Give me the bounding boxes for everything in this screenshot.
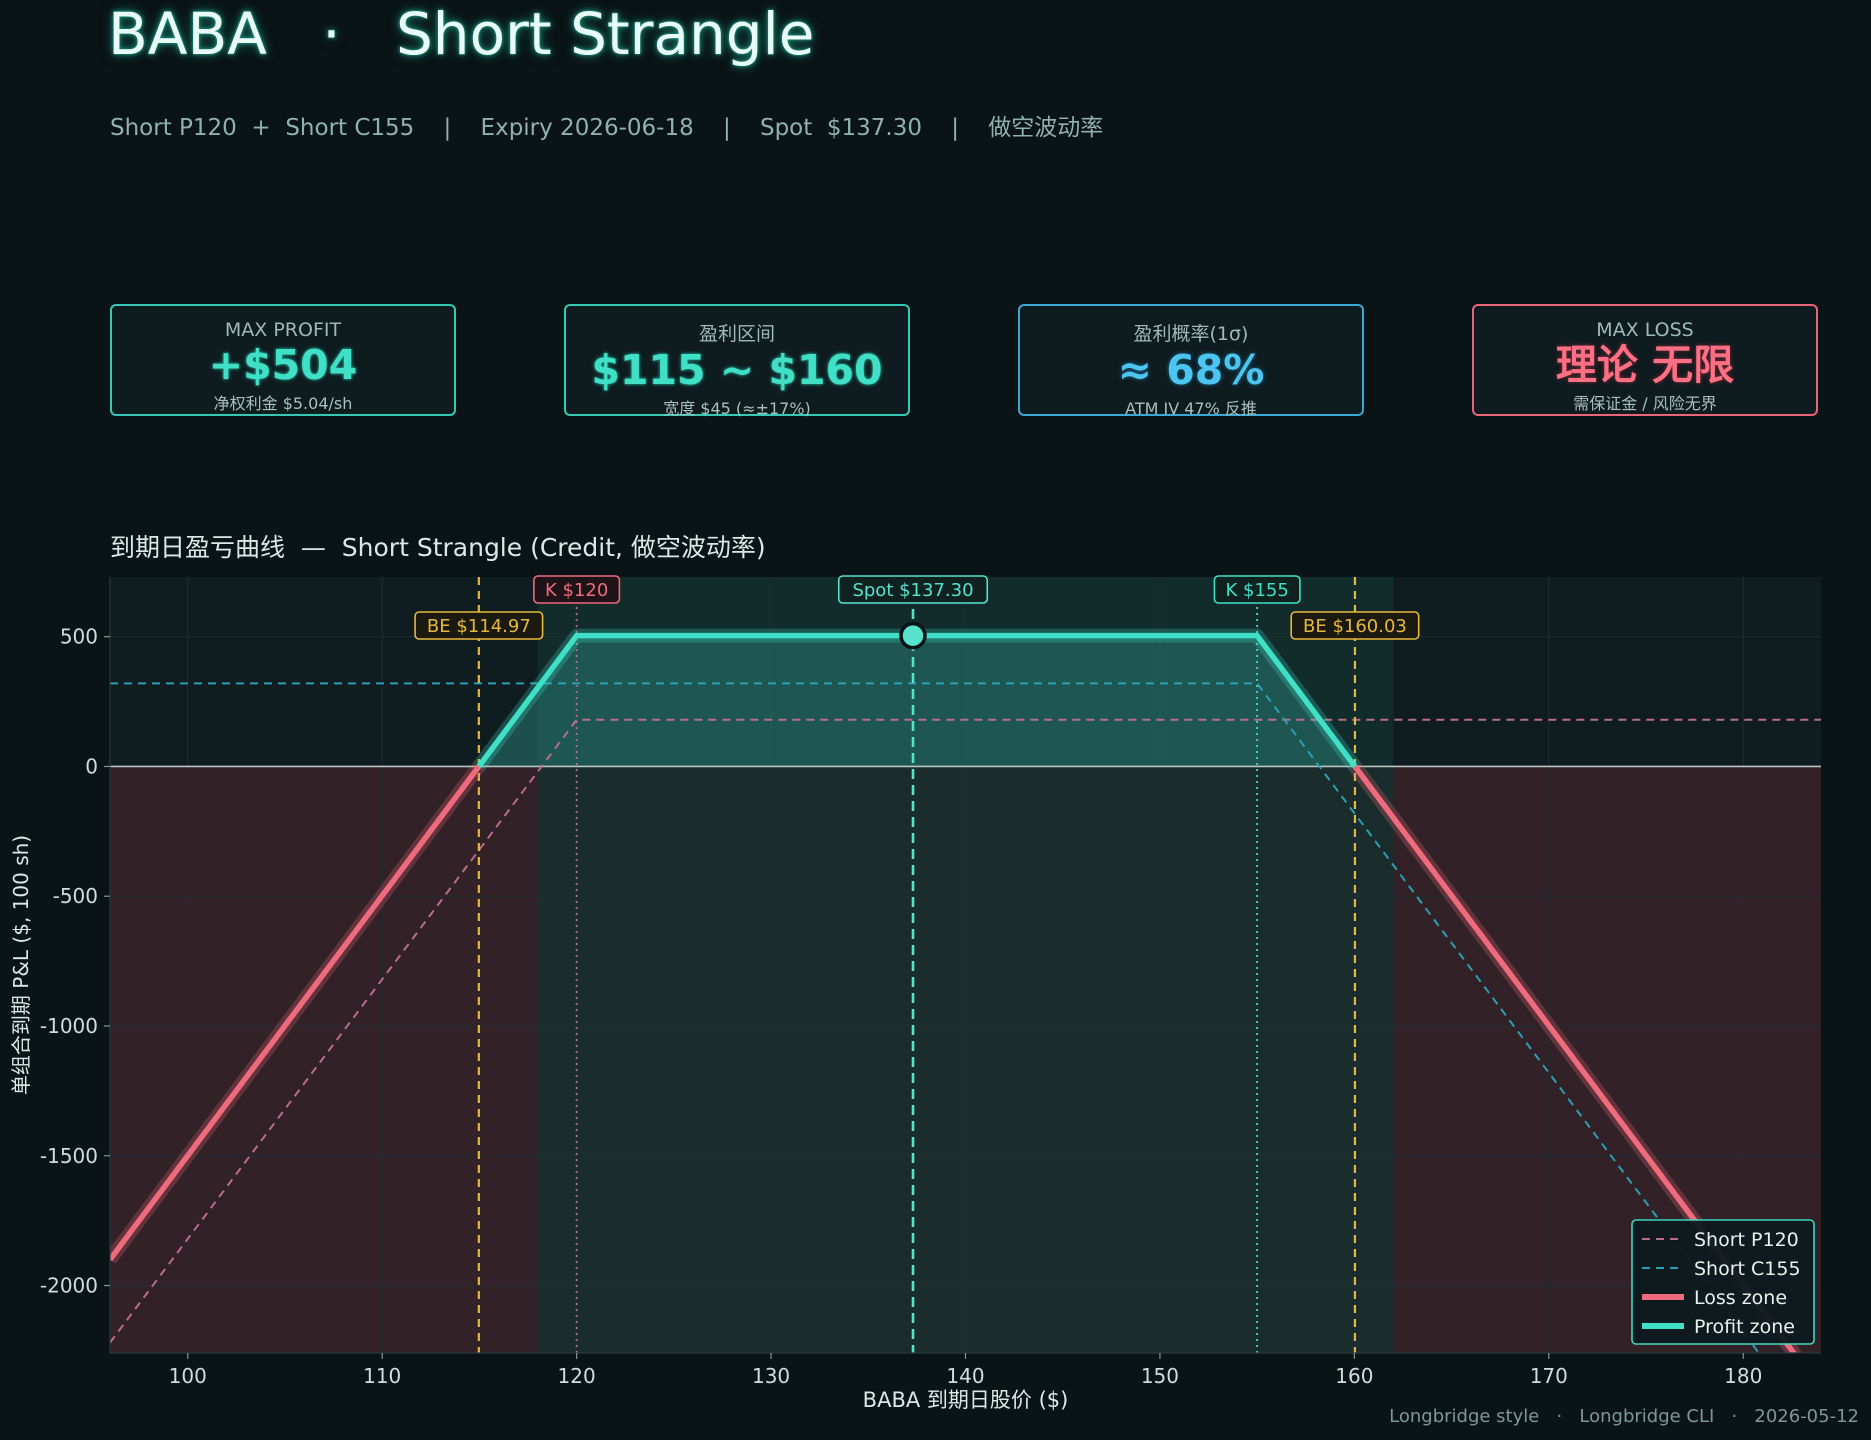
y-axis-label: 单组合到期 P&L ($, 100 sh) (9, 835, 33, 1095)
footer-credit: Longbridge style · Longbridge CLI · 2026… (1389, 1406, 1859, 1427)
legend-label-loss-zone: Loss zone (1694, 1287, 1787, 1309)
annotation-label-breakeven: BE $160.03 (1303, 616, 1407, 637)
y-tick-label: -500 (53, 884, 98, 908)
annotation-label-put_strike: K $120 (545, 580, 608, 601)
y-tick-label: 0 (85, 754, 98, 778)
x-tick-label: 120 (558, 1364, 596, 1388)
spot-marker (899, 621, 927, 650)
pnl-chart: BE $114.97 K $120 Spot $137.30 K $155 BE $16… (9, 575, 1821, 1412)
y-tick-label: 500 (60, 625, 98, 649)
profit-area-fill (478, 635, 1355, 767)
y-tick-label: -1000 (40, 1014, 98, 1038)
y-tick-label: -1500 (40, 1144, 98, 1168)
x-tick-label: 110 (363, 1364, 401, 1388)
x-axis-label: BABA 到期日股价 ($) (863, 1388, 1069, 1412)
y-tick-label: -2000 (40, 1274, 98, 1298)
legend-label-short-p120: Short P120 (1694, 1229, 1799, 1251)
x-tick-label: 180 (1724, 1364, 1762, 1388)
x-tick-label: 170 (1530, 1364, 1568, 1388)
x-tick-label: 140 (946, 1364, 984, 1388)
x-tick-label: 130 (752, 1364, 790, 1388)
legend-label-profit-zone: Profit zone (1694, 1316, 1795, 1338)
x-tick-label: 100 (169, 1364, 207, 1388)
annotation-label-call_strike: K $155 (1225, 580, 1288, 601)
annotation-label-spot: Spot $137.30 (852, 580, 973, 601)
annotation-label-breakeven: BE $114.97 (427, 616, 531, 637)
x-tick-label: 160 (1335, 1364, 1373, 1388)
x-tick-label: 150 (1141, 1364, 1179, 1388)
legend-label-short-c155: Short C155 (1694, 1258, 1801, 1280)
